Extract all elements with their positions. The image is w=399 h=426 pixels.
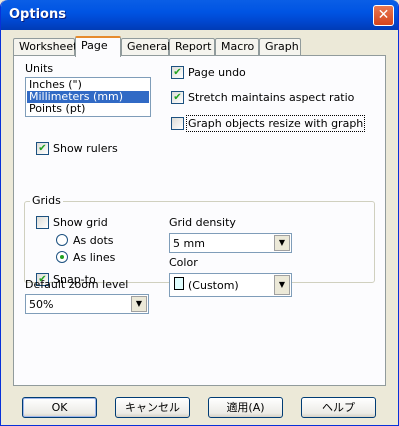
units-listbox[interactable]: Inches (") Millimeters (mm) Points (pt): [25, 77, 151, 117]
as-lines-label: As lines: [73, 251, 116, 264]
title-bar[interactable]: Options ✕: [1, 0, 398, 30]
units-label: Units: [25, 62, 54, 75]
cancel-button[interactable]: キャンセル: [115, 397, 190, 418]
as-dots-radio[interactable]: [56, 234, 68, 246]
options-dialog: Options ✕ Worksheet Page General Report …: [0, 0, 399, 426]
help-button[interactable]: ヘルプ: [301, 397, 376, 418]
grids-group: Grids Show grid As dots As lines ✔ Snap-…: [24, 194, 375, 297]
graph-resize-checkbox[interactable]: [171, 117, 184, 130]
apply-button[interactable]: 適用(A): [208, 397, 283, 418]
page-tab-panel: Units Inches (") Millimeters (mm) Points…: [13, 55, 386, 386]
show-grid-checkbox[interactable]: [36, 216, 49, 229]
show-rulers-label: Show rulers: [53, 142, 118, 155]
chevron-down-icon[interactable]: ▼: [274, 275, 290, 295]
close-icon: ✕: [377, 7, 390, 23]
page-undo-label: Page undo: [188, 66, 246, 79]
chevron-down-icon[interactable]: ▼: [274, 235, 290, 251]
as-lines-radio[interactable]: [56, 251, 68, 263]
grid-density-select[interactable]: 5 mm ▼: [169, 233, 292, 253]
grids-group-title: Grids: [30, 194, 63, 207]
tab-worksheet[interactable]: Worksheet: [13, 38, 77, 56]
chevron-down-icon[interactable]: ▼: [131, 296, 147, 312]
color-value: (Custom): [188, 279, 239, 292]
stretch-aspect-checkbox[interactable]: ✔: [171, 91, 184, 104]
page-undo-checkbox[interactable]: ✔: [171, 66, 184, 79]
tab-general[interactable]: General: [121, 38, 170, 56]
tab-graph[interactable]: Graph: [259, 38, 301, 56]
tab-page[interactable]: Page: [75, 36, 121, 57]
close-button[interactable]: ✕: [373, 5, 394, 26]
tab-report[interactable]: Report: [169, 38, 215, 56]
grid-density-label: Grid density: [169, 216, 236, 229]
color-select[interactable]: (Custom) ▼: [169, 273, 292, 297]
zoom-value: 50%: [29, 298, 54, 311]
color-label: Color: [169, 256, 198, 269]
color-swatch: [174, 277, 184, 290]
as-dots-label: As dots: [73, 234, 114, 247]
show-rulers-checkbox[interactable]: ✔: [36, 142, 49, 155]
show-grid-label: Show grid: [53, 216, 108, 229]
zoom-label: Default zoom level: [25, 278, 129, 291]
units-item-points[interactable]: Points (pt): [27, 103, 149, 115]
ok-button[interactable]: OK: [22, 397, 97, 418]
window-title: Options: [9, 7, 66, 22]
grid-density-value: 5 mm: [173, 237, 205, 250]
tab-macro[interactable]: Macro: [215, 38, 259, 56]
zoom-select[interactable]: 50% ▼: [25, 294, 149, 314]
stretch-aspect-label: Stretch maintains aspect ratio: [188, 91, 355, 104]
graph-resize-label: Graph objects resize with graph: [185, 115, 366, 132]
